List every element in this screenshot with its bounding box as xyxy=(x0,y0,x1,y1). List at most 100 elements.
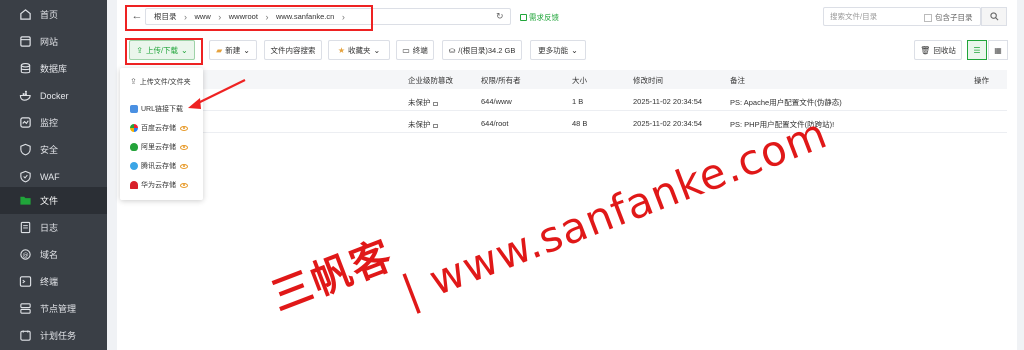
highlight-box-upload xyxy=(125,38,203,65)
sidebar-item-label: WAF xyxy=(40,171,60,182)
header-note: 备注 xyxy=(730,76,745,85)
refresh-icon[interactable]: ↻ xyxy=(496,11,504,22)
modified-time: 2025-11-02 20:34:54 xyxy=(633,97,703,106)
sidebar-item-monitor[interactable]: 监控 xyxy=(0,109,107,136)
menu-item-upload-files[interactable]: ⇪ 上传文件/文件夹 xyxy=(130,76,191,88)
perm-owner[interactable]: 644/root xyxy=(481,119,509,128)
database-icon xyxy=(19,62,32,75)
star-icon: ★ xyxy=(337,45,345,55)
sidebar-item-security[interactable]: 安全 xyxy=(0,136,107,163)
modified-time: 2025-11-02 20:34:54 xyxy=(633,119,703,128)
tencent-cloud-icon xyxy=(130,162,138,170)
disk-button[interactable]: ⛀ /(根目录)34.2 GB xyxy=(442,40,522,60)
checkbox-icon[interactable] xyxy=(924,13,932,22)
disk-icon: ⛀ xyxy=(448,45,456,55)
include-subdir-label: 包含子目录 xyxy=(935,13,973,22)
sidebar-item-files[interactable]: 文件 xyxy=(0,187,107,214)
sidebar-item-label: 监控 xyxy=(40,118,59,128)
path-bar: ← 根目录 › www › wwwroot › www.sanfanke.cn … xyxy=(117,0,1017,32)
sidebar-item-label: 安全 xyxy=(40,145,59,155)
search-button[interactable] xyxy=(981,7,1007,26)
folder-icon xyxy=(19,194,32,207)
menu-item-label: 百度云存储 xyxy=(141,125,176,132)
perm-owner[interactable]: 644/www xyxy=(481,97,512,106)
table-row[interactable]: 未保护 644/www 1 B 2025-11-02 20:34:54 PS: … xyxy=(125,90,1007,111)
eye-icon[interactable] xyxy=(180,144,188,150)
home-icon xyxy=(19,8,32,21)
header-mtime[interactable]: 修改时间 xyxy=(633,75,663,86)
favorites-button[interactable]: ★ 收藏夹 ⌄ xyxy=(328,40,390,60)
new-button[interactable]: ▰ 新建 ⌄ xyxy=(209,40,257,60)
docker-icon xyxy=(19,89,32,102)
header-ops: 操作 xyxy=(974,76,989,85)
content-search-button[interactable]: 文件内容搜索 xyxy=(264,40,322,60)
sidebar-item-label: 终端 xyxy=(40,277,59,287)
more-label: 更多功能 xyxy=(538,45,569,55)
log-icon xyxy=(19,221,32,234)
table-row[interactable]: 未保护 644/root 48 B 2025-11-02 20:34:54 PS… xyxy=(125,112,1007,133)
menu-item-tencent-cloud[interactable]: 腾讯云存储 xyxy=(130,160,188,172)
menu-item-baidu-cloud[interactable]: 百度云存储 xyxy=(130,122,188,134)
chevron-down-icon: ⌄ xyxy=(373,45,381,55)
lock-icon xyxy=(432,124,438,128)
more-functions-button[interactable]: 更多功能 ⌄ xyxy=(530,40,586,60)
sidebar-item-website[interactable]: 网站 xyxy=(0,28,107,55)
svg-text:@: @ xyxy=(22,251,28,259)
sidebar-item-domain[interactable]: @ 域名 xyxy=(0,241,107,268)
header-tamper[interactable]: 企业级防篡改 xyxy=(408,75,453,86)
eye-icon[interactable] xyxy=(180,125,188,131)
sidebar-item-database[interactable]: 数据库 xyxy=(0,55,107,82)
sidebar-item-nodes[interactable]: 节点管理 xyxy=(0,295,107,322)
table-header: 企业级防篡改 权限/所有者 大小 修改时间 备注 操作 xyxy=(125,70,1007,89)
grid-view-icon: ▦ xyxy=(994,45,1002,55)
sidebar-item-terminal[interactable]: 终端 xyxy=(0,268,107,295)
domain-icon: @ xyxy=(19,248,32,261)
waf-icon xyxy=(19,170,32,183)
search-icon xyxy=(989,12,998,21)
shield-icon xyxy=(19,143,32,156)
menu-item-label: URL链接下载 xyxy=(141,106,184,113)
tamper-status[interactable]: 未保护 xyxy=(408,97,438,108)
sidebar-item-label: 域名 xyxy=(40,250,59,260)
sidebar-item-label: 文件 xyxy=(40,196,59,206)
sidebar-item-cron[interactable]: 计划任务 xyxy=(0,322,107,349)
menu-item-url-download[interactable]: URL链接下载 xyxy=(130,103,183,115)
header-perm[interactable]: 权限/所有者 xyxy=(481,75,521,86)
menu-item-label: 上传文件/文件夹 xyxy=(139,79,191,86)
menu-item-aliyun[interactable]: 阿里云存储 xyxy=(130,141,188,153)
clock-icon xyxy=(19,329,32,342)
baidu-cloud-icon xyxy=(130,124,138,132)
upload-icon: ⇪ xyxy=(130,77,137,86)
website-icon xyxy=(19,35,32,48)
eye-icon[interactable] xyxy=(180,182,188,188)
aliyun-icon xyxy=(130,143,138,151)
tamper-status[interactable]: 未保护 xyxy=(408,119,438,130)
header-size[interactable]: 大小 xyxy=(572,75,587,86)
menu-item-label: 阿里云存储 xyxy=(141,144,176,151)
recycle-bin-button[interactable]: 🗑 回收站 xyxy=(914,40,962,60)
file-note[interactable]: PS: Apache用户配置文件(伪静态) xyxy=(730,97,842,108)
toolbar: ⇪ 上传/下载 ⌄ ▰ 新建 ⌄ 文件内容搜索 ★ 收藏夹 ⌄ ▭ 终端 ⛀ /… xyxy=(117,40,1017,62)
terminal-button[interactable]: ▭ 终端 xyxy=(396,40,434,60)
sidebar-item-label: 数据库 xyxy=(40,64,68,74)
sidebar-item-label: Docker xyxy=(40,90,69,101)
menu-item-label: 腾讯云存储 xyxy=(141,163,176,170)
sidebar-item-logs[interactable]: 日志 xyxy=(0,214,107,241)
eye-icon[interactable] xyxy=(180,163,188,169)
feedback-link[interactable]: 需求反馈 xyxy=(520,12,559,23)
sidebar-item-label: 节点管理 xyxy=(40,304,77,314)
content-search-label: 文件内容搜索 xyxy=(270,45,316,55)
list-view-button[interactable]: ☰ xyxy=(967,40,987,60)
new-folder-icon: ▰ xyxy=(216,45,223,55)
sidebar-item-waf[interactable]: WAF xyxy=(0,163,107,190)
sidebar-item-home[interactable]: 首页 xyxy=(0,1,107,28)
terminal-label: 终端 xyxy=(412,45,428,55)
terminal-icon: ▭ xyxy=(402,45,410,55)
include-subdir-checkbox[interactable]: 包含子目录 xyxy=(924,12,973,23)
file-size: 1 B xyxy=(572,97,584,106)
grid-view-button[interactable]: ▦ xyxy=(988,40,1008,60)
feedback-label: 需求反馈 xyxy=(529,13,559,22)
menu-item-huawei-cloud[interactable]: 华为云存储 xyxy=(130,179,188,191)
sidebar-item-label: 网站 xyxy=(40,37,59,47)
sidebar-item-docker[interactable]: Docker xyxy=(0,82,107,109)
